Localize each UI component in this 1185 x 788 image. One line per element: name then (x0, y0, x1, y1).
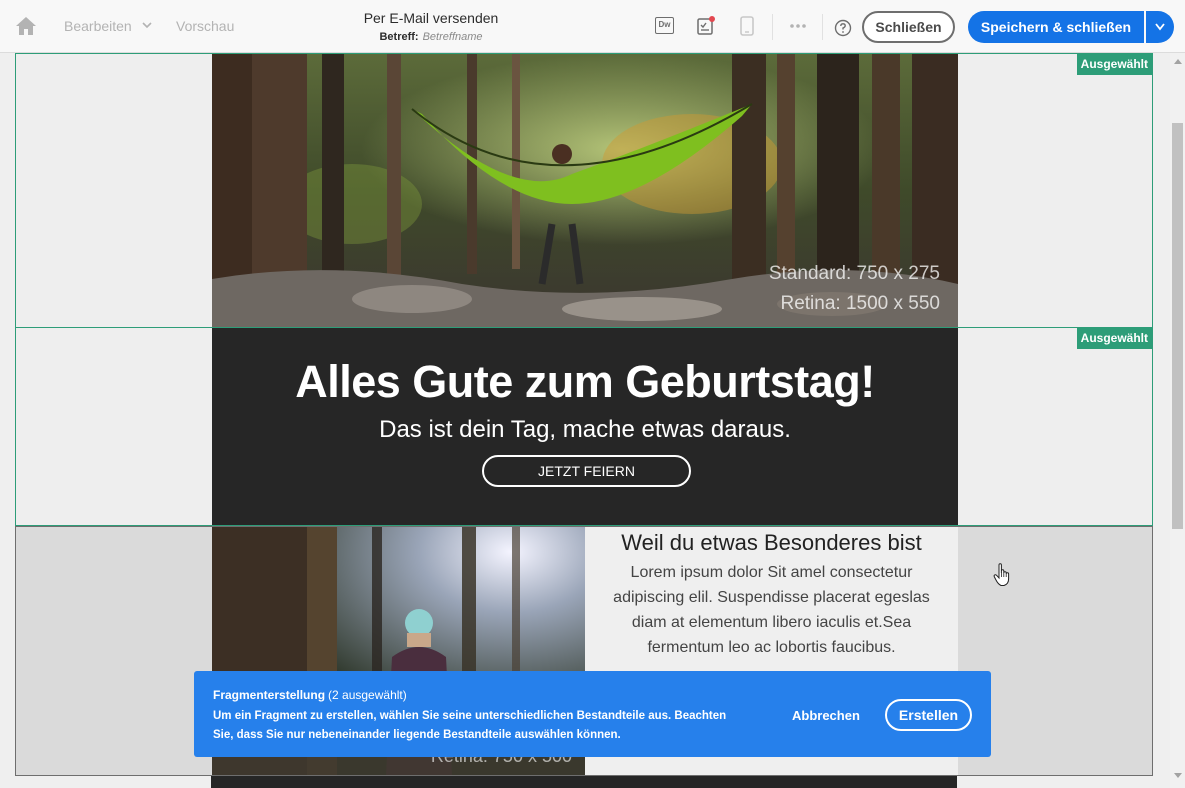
toast-title: Fragmenterstellung (2 ausgewählt) (213, 688, 407, 702)
hand-cursor-icon (993, 563, 1010, 586)
subject-label: Betreff: (379, 31, 419, 43)
forest-hammock-image (212, 54, 958, 327)
image-caption-retina: Retina: 1500 x 550 (780, 293, 940, 314)
fragment-creation-toast: Fragmenterstellung (2 ausgewählt) Um ein … (194, 671, 991, 757)
create-fragment-button[interactable]: Erstellen (885, 699, 972, 731)
cta-button[interactable]: JETZT FEIERN (482, 455, 691, 487)
divider (822, 14, 823, 40)
toast-title-text: Fragmenterstellung (213, 688, 326, 702)
divider (772, 14, 773, 40)
next-block-preview (211, 776, 957, 788)
save-and-close-button[interactable]: Speichern & schließen (968, 11, 1144, 43)
hammock-photo[interactable]: Standard: 750 x 275 Retina: 1500 x 550 (212, 54, 958, 327)
banner-headline[interactable]: Alles Gute zum Geburtstag! (212, 356, 958, 408)
hero-image-section[interactable]: Standard: 750 x 275 Retina: 1500 x 550 A… (15, 53, 1153, 328)
banner-tagline[interactable]: Das ist dein Tag, mache etwas daraus. (212, 416, 958, 444)
save-options-dropdown[interactable] (1146, 11, 1174, 43)
vertical-scrollbar[interactable] (1170, 53, 1185, 788)
chevron-down-icon[interactable] (140, 18, 154, 32)
help-icon[interactable] (834, 19, 852, 37)
banner-block: Alles Gute zum Geburtstag! Das ist dein … (212, 328, 958, 525)
selected-badge: Ausgewählt (1076, 328, 1152, 349)
chevron-down-icon (1155, 23, 1165, 31)
toast-selection-count: (2 ausgewählt) (328, 688, 407, 702)
top-toolbar: Bearbeiten Vorschau Per E-Mail versenden… (0, 0, 1185, 53)
edit-menu[interactable]: Bearbeiten (64, 18, 132, 34)
selected-badge: Ausgewählt (1076, 54, 1152, 75)
subject-value[interactable]: Betreffname (423, 31, 483, 43)
close-button[interactable]: Schließen (862, 11, 955, 43)
image-caption-standard: Standard: 750 x 275 (768, 263, 940, 284)
checklist-icon[interactable] (697, 16, 715, 35)
page-title: Per E-Mail versenden (363, 10, 499, 26)
preview-tab[interactable]: Vorschau (176, 18, 234, 34)
scroll-up-icon[interactable] (1174, 58, 1182, 64)
content-heading[interactable]: Weil du etwas Besonderes bist (585, 530, 958, 556)
dreamweaver-icon[interactable]: Dw (655, 17, 674, 34)
birthday-banner-section[interactable]: Alles Gute zum Geburtstag! Das ist dein … (15, 327, 1153, 526)
content-body[interactable]: Lorem ipsum dolor Sit amel consectetur a… (605, 560, 938, 660)
scroll-down-icon[interactable] (1174, 773, 1182, 779)
toast-message: Um ein Fragment zu erstellen, wählen Sie… (213, 710, 727, 741)
subject-line[interactable]: Betreff: Betreffname (330, 31, 532, 43)
scrollbar-thumb[interactable] (1172, 123, 1183, 529)
cancel-button[interactable]: Abbrechen (792, 708, 860, 723)
home-icon[interactable] (15, 16, 37, 36)
more-icon[interactable] (788, 18, 808, 34)
mobile-icon[interactable] (740, 16, 754, 36)
